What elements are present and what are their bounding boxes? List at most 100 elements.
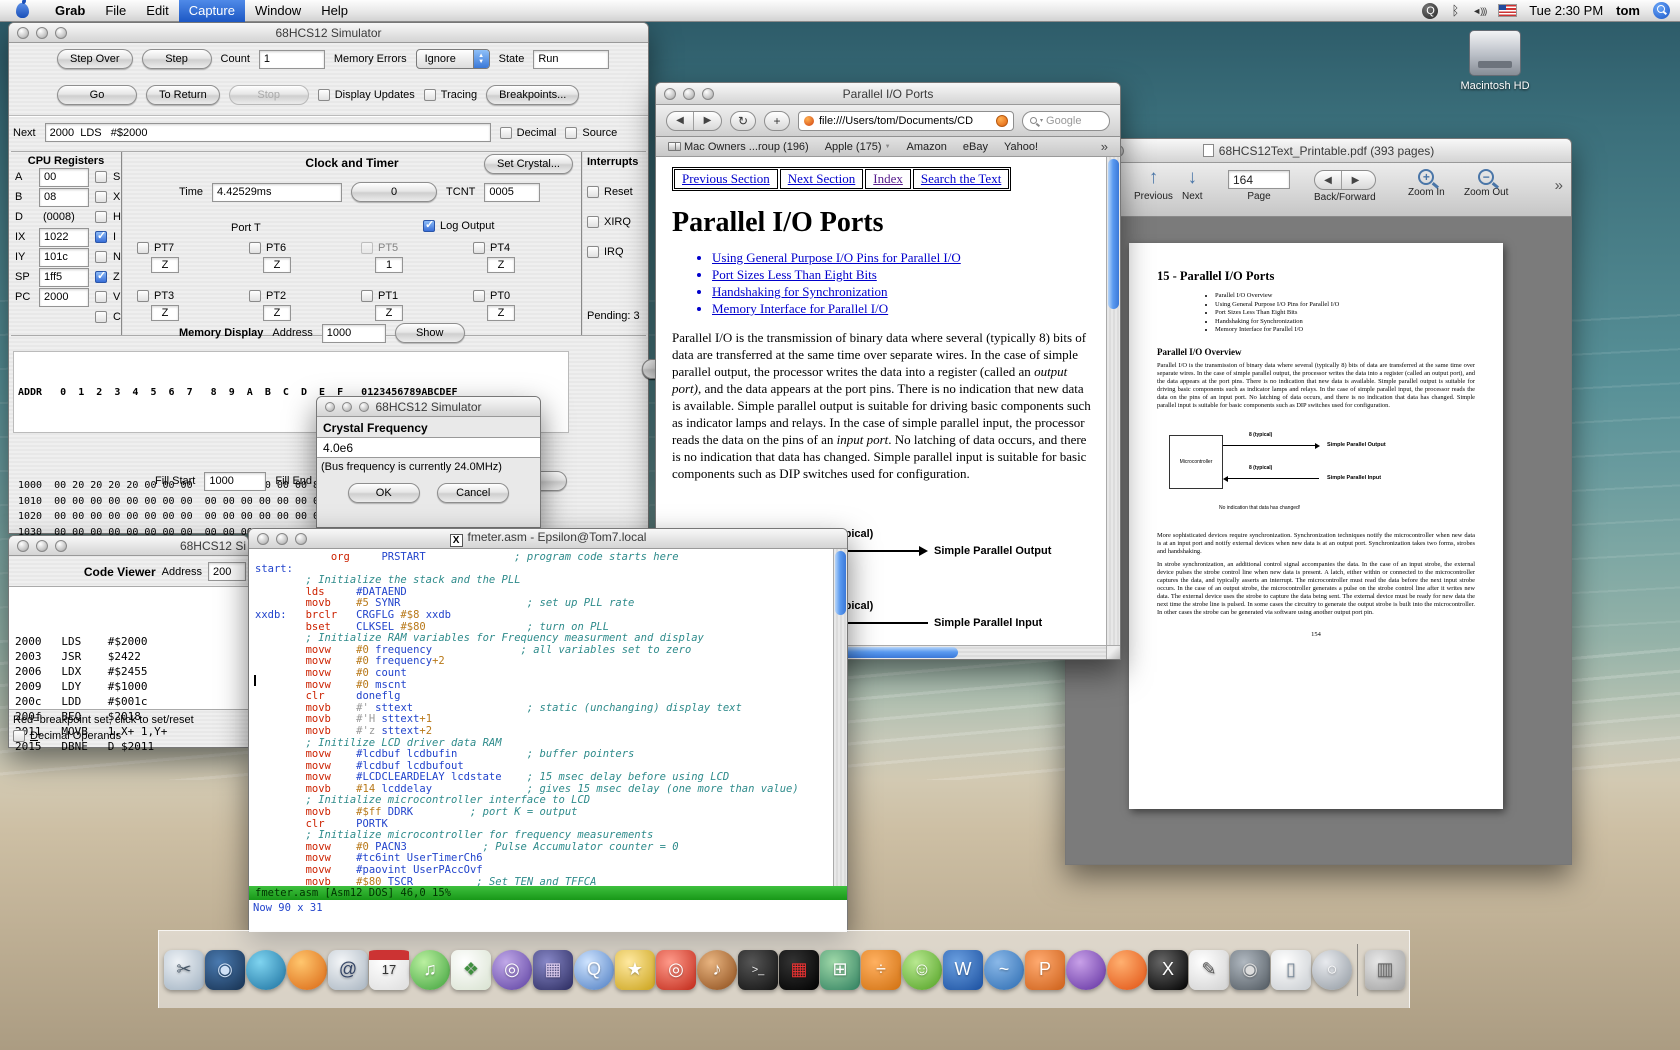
dock-icon-idvd[interactable]: ◎ [492, 950, 532, 990]
minimize-icon[interactable] [36, 27, 48, 39]
show-button[interactable]: Show [395, 323, 465, 343]
scrollbar-thumb[interactable] [1108, 159, 1119, 309]
port-pin-value[interactable]: Z [375, 305, 403, 321]
nav-link[interactable]: Previous Section [674, 169, 778, 189]
editor-window[interactable]: Xfmeter.asm - Epsilon@Tom7.local org PRS… [248, 528, 848, 932]
back-icon[interactable]: ◀ [1315, 171, 1342, 189]
interrupt-checkbox[interactable]: XIRQ [587, 216, 633, 228]
checkbox-icon[interactable] [249, 290, 261, 302]
pdf-content-area[interactable]: 15 - Parallel I/O Ports Parallel I/O Ove… [1066, 217, 1571, 864]
code-editor-area[interactable]: org PRSTART ; program code starts herest… [249, 549, 833, 886]
fill-start-field[interactable]: 1000 [204, 472, 266, 491]
checkbox-icon[interactable] [361, 290, 373, 302]
resize-grip[interactable] [1106, 645, 1120, 659]
register-value[interactable]: 1ff5 [39, 268, 89, 287]
dock-icon-word[interactable]: W [943, 950, 983, 990]
decimal-operands-checkbox[interactable]: Decimal Operands [13, 730, 121, 742]
bookmark-item[interactable]: Yahoo!▼ [1004, 141, 1038, 153]
forward-icon[interactable]: ▶ [694, 112, 721, 130]
dock-icon-internet-globe[interactable] [246, 950, 286, 990]
dock-icon-final-cut[interactable]: ▦ [533, 950, 573, 990]
checkbox-icon[interactable] [565, 127, 577, 139]
menu-item[interactable]: Capture [179, 0, 245, 22]
checkbox-icon[interactable] [249, 242, 261, 254]
scrollbar-thumb[interactable] [835, 551, 846, 615]
dock-icon-dvd-player[interactable] [1066, 950, 1106, 990]
crystal-frequency-field[interactable]: 4.0e6 [317, 437, 540, 458]
editor-titlebar[interactable]: Xfmeter.asm - Epsilon@Tom7.local [249, 529, 847, 549]
zoom-out-button[interactable]: −Zoom Out [1464, 167, 1508, 198]
set-crystal-button[interactable]: Set Crystal... [484, 154, 573, 174]
to-return-button[interactable]: To Return [146, 85, 220, 105]
search-field[interactable]: ▾ Google [1022, 111, 1110, 131]
dock-icon-entourage[interactable]: ~ [984, 950, 1024, 990]
checkbox-icon[interactable] [137, 242, 149, 254]
disassembly-line[interactable]: 2006 LDX #$2455 [15, 664, 248, 679]
bookmarks-overflow-chevron[interactable]: » [1101, 139, 1108, 154]
decimal-checkbox[interactable]: Decimal [500, 127, 557, 139]
fast-user-switch-label[interactable]: tom [1616, 3, 1640, 18]
step-over-button[interactable]: Step Over [57, 49, 133, 69]
bookmark-item[interactable]: Apple (175)▼ [825, 141, 891, 153]
dock-icon-terminal[interactable]: >_ [738, 950, 778, 990]
next-instruction-field[interactable]: 2000 LDS #$2000 [45, 123, 491, 142]
dock-icon-ipod-updater[interactable]: ▯ [1271, 950, 1311, 990]
checkbox-icon[interactable] [587, 216, 599, 228]
checkbox-icon[interactable] [424, 89, 436, 101]
interrupt-checkbox[interactable]: Reset [587, 186, 633, 198]
menu-item[interactable]: Edit [136, 0, 178, 22]
toc-link[interactable]: Handshaking for Synchronization [712, 284, 887, 299]
bookmark-item[interactable]: eBay▼ [963, 141, 988, 153]
vertical-scrollbar[interactable] [1106, 157, 1120, 647]
zoom-icon[interactable] [55, 540, 67, 552]
zoom-icon[interactable] [55, 27, 67, 39]
checkbox-icon[interactable] [13, 730, 25, 742]
port-pin-value[interactable]: 1 [375, 257, 403, 273]
zoom-icon[interactable] [702, 88, 714, 100]
toc-item[interactable]: Port Sizes Less Than Eight Bits [712, 266, 1092, 283]
port-pin-value[interactable]: Z [151, 305, 179, 321]
dock-icon-limewire[interactable]: ☺ [902, 950, 942, 990]
port-pin-checkbox[interactable]: PT1 [361, 290, 471, 302]
window-lights[interactable] [17, 540, 67, 552]
toc-item[interactable]: Memory Interface for Parallel I/O [712, 300, 1092, 317]
tracing-checkbox[interactable]: Tracing [424, 89, 477, 101]
source-checkbox[interactable]: Source [565, 127, 617, 139]
port-pin-checkbox[interactable]: PT2 [249, 290, 359, 302]
port-pin-value[interactable]: Z [263, 305, 291, 321]
quicksilver-icon[interactable]: Q [1422, 3, 1438, 19]
register-value[interactable]: 2000 [39, 288, 89, 307]
menu-item[interactable]: Window [245, 0, 311, 22]
menu-clock[interactable]: Tue 2:30 PM [1529, 3, 1603, 18]
minimize-icon[interactable] [683, 88, 695, 100]
register-value[interactable]: 08 [39, 188, 89, 207]
display-updates-checkbox[interactable]: Display Updates [318, 89, 415, 101]
disassembly-line[interactable]: 200c LDD #$001c [15, 694, 248, 709]
dock-icon-iphoto[interactable]: ❖ [451, 950, 491, 990]
window-lights[interactable] [257, 533, 307, 545]
memory-address-field[interactable]: 1000 [322, 324, 386, 343]
back-icon[interactable]: ◀ [667, 112, 694, 130]
dock-icon-imovie[interactable]: ★ [615, 950, 655, 990]
register-value[interactable]: 1022 [39, 228, 89, 247]
dialog-titlebar[interactable]: 68HCS12 Simulator [317, 397, 540, 417]
pdf-titlebar[interactable]: 68HCS12Text_Printable.pdf (393 pages) [1066, 139, 1571, 163]
menu-item[interactable]: File [95, 0, 136, 22]
zoom-icon[interactable] [359, 402, 369, 412]
toc-item[interactable]: Using General Purpose I/O Pins for Paral… [712, 249, 1092, 266]
page-number-field[interactable]: 164 [1228, 170, 1290, 189]
register-value[interactable] [39, 308, 89, 327]
port-pin-value[interactable]: Z [487, 257, 515, 273]
dock-icon-textedit[interactable]: ✎ [1189, 950, 1229, 990]
toc-item[interactable]: Handshaking for Synchronization [712, 283, 1092, 300]
add-bookmark-button[interactable]: + [764, 111, 790, 131]
flag-checkbox[interactable] [95, 211, 107, 223]
checkbox-icon[interactable] [423, 220, 435, 232]
close-icon[interactable] [17, 27, 29, 39]
dock-icon-ical[interactable]: 17 [369, 950, 409, 990]
step-button[interactable]: Step [142, 49, 212, 69]
flag-checkbox[interactable] [95, 311, 107, 323]
breakpoints-button[interactable]: Breakpoints... [486, 85, 579, 105]
nav-link[interactable]: Index [865, 169, 911, 189]
port-pin-checkbox[interactable]: PT0 [473, 290, 583, 302]
